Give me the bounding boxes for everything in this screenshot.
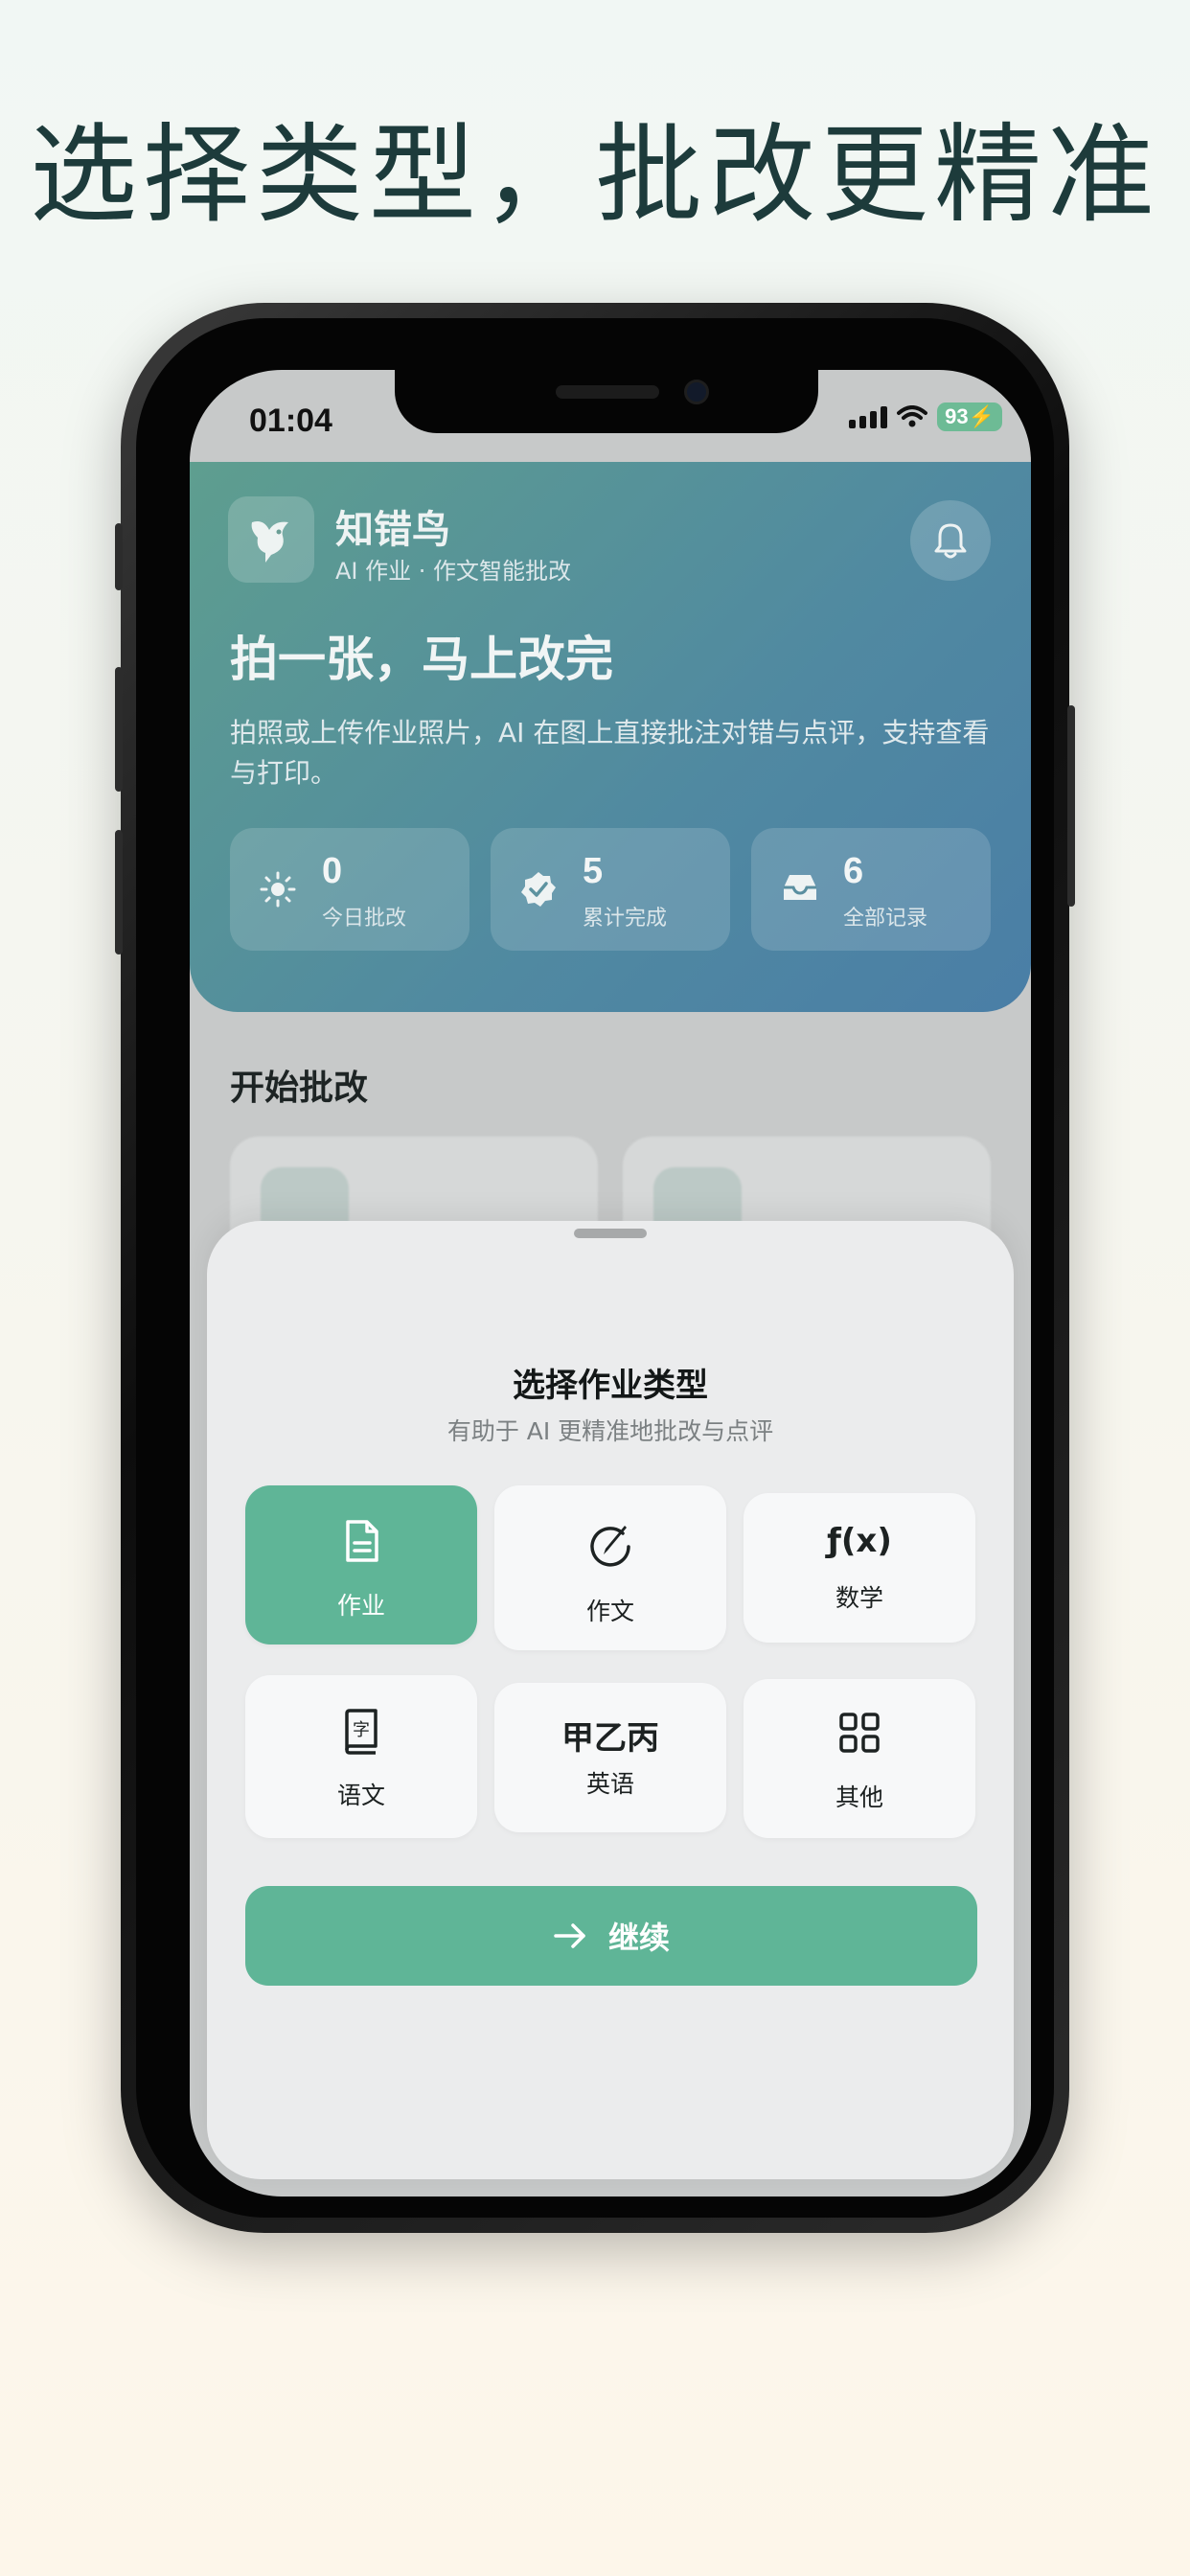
homework-type-sheet: 选择作业类型 有助于 AI 更精准地批改与点评 作业 作文 ƒ(x) 数学 字 … [207, 1221, 1014, 2179]
type-option-other[interactable]: 其他 [744, 1679, 975, 1838]
battery-indicator: 93⚡ [937, 402, 1002, 431]
notch [395, 370, 818, 433]
wifi-icon [897, 405, 928, 427]
continue-label: 继续 [607, 1920, 670, 1956]
type-option-english[interactable]: 甲乙丙 英语 [494, 1683, 726, 1832]
document-icon [346, 1520, 378, 1562]
type-option-homework[interactable]: 作业 [245, 1485, 477, 1644]
type-label: 数学 [835, 1584, 883, 1612]
stat-value: 0 [322, 851, 343, 891]
stat-completed: 5 累计完成 [491, 828, 730, 951]
stat-value: 6 [843, 851, 864, 891]
section-title: 开始批改 [230, 1069, 369, 1108]
type-label: 作文 [585, 1598, 634, 1625]
cellular-signal-icon [849, 405, 888, 428]
verified-badge-icon [521, 872, 556, 907]
stat-value: 5 [583, 851, 604, 891]
dictionary-icon: 字 [345, 1709, 378, 1755]
grid-icon [839, 1713, 880, 1753]
app-name: 知错鸟 [335, 508, 450, 552]
sun-icon [260, 871, 296, 908]
continue-button[interactable]: 继续 [245, 1886, 977, 1986]
status-icons: 93⚡ [849, 402, 1002, 431]
bell-icon [934, 523, 967, 559]
hero-title: 拍一张，马上改完 [230, 632, 613, 687]
svg-text:字: 字 [353, 1720, 370, 1740]
notification-button[interactable] [910, 500, 991, 581]
app-subtitle: AI 作业 · 作文智能批改 [335, 558, 572, 585]
sheet-grabber[interactable] [574, 1229, 647, 1238]
stat-today: 0 今日批改 [230, 828, 469, 951]
app-logo [228, 496, 314, 583]
stat-label: 累计完成 [583, 907, 668, 931]
type-label: 作业 [336, 1592, 385, 1620]
arrow-right-icon [554, 1923, 585, 1948]
status-time: 01:04 [249, 402, 332, 439]
function-icon: ƒ(x) [827, 1522, 892, 1560]
bird-logo-icon [251, 521, 288, 563]
inbox-tray-icon [784, 875, 816, 900]
stat-label: 今日批改 [322, 907, 407, 931]
type-option-essay[interactable]: 作文 [494, 1485, 726, 1650]
phone-frame: 01:04 93⚡ 知错鸟 AI 作业 · 作文智能批改 拍一张，马上改完 拍照… [115, 303, 1075, 2233]
type-label: 语文 [336, 1782, 385, 1809]
type-label: 英语 [585, 1770, 634, 1798]
pen-circle-icon [590, 1526, 630, 1567]
type-label: 其他 [835, 1783, 883, 1811]
script-icon: 甲乙丙 [561, 1719, 659, 1758]
stat-label: 全部记录 [843, 907, 928, 931]
sheet-title: 选择作业类型 [513, 1367, 708, 1405]
type-option-chinese[interactable]: 字 语文 [245, 1675, 477, 1838]
stat-all-records: 6 全部记录 [751, 828, 991, 951]
sheet-subtitle: 有助于 AI 更精准地批改与点评 [446, 1417, 774, 1445]
phone-screen: 01:04 93⚡ 知错鸟 AI 作业 · 作文智能批改 拍一张，马上改完 拍照… [190, 370, 1031, 2196]
promo-headline: 选择类型，批改更精准 [30, 113, 1160, 238]
hero-description: 拍照或上传作业照片，AI 在图上直接批注对错与点评，支持查看与打印。 [230, 717, 990, 789]
hero-header: 知错鸟 AI 作业 · 作文智能批改 拍一张，马上改完 拍照或上传作业照片，AI… [190, 462, 1031, 1012]
type-option-math[interactable]: ƒ(x) 数学 [744, 1493, 975, 1643]
